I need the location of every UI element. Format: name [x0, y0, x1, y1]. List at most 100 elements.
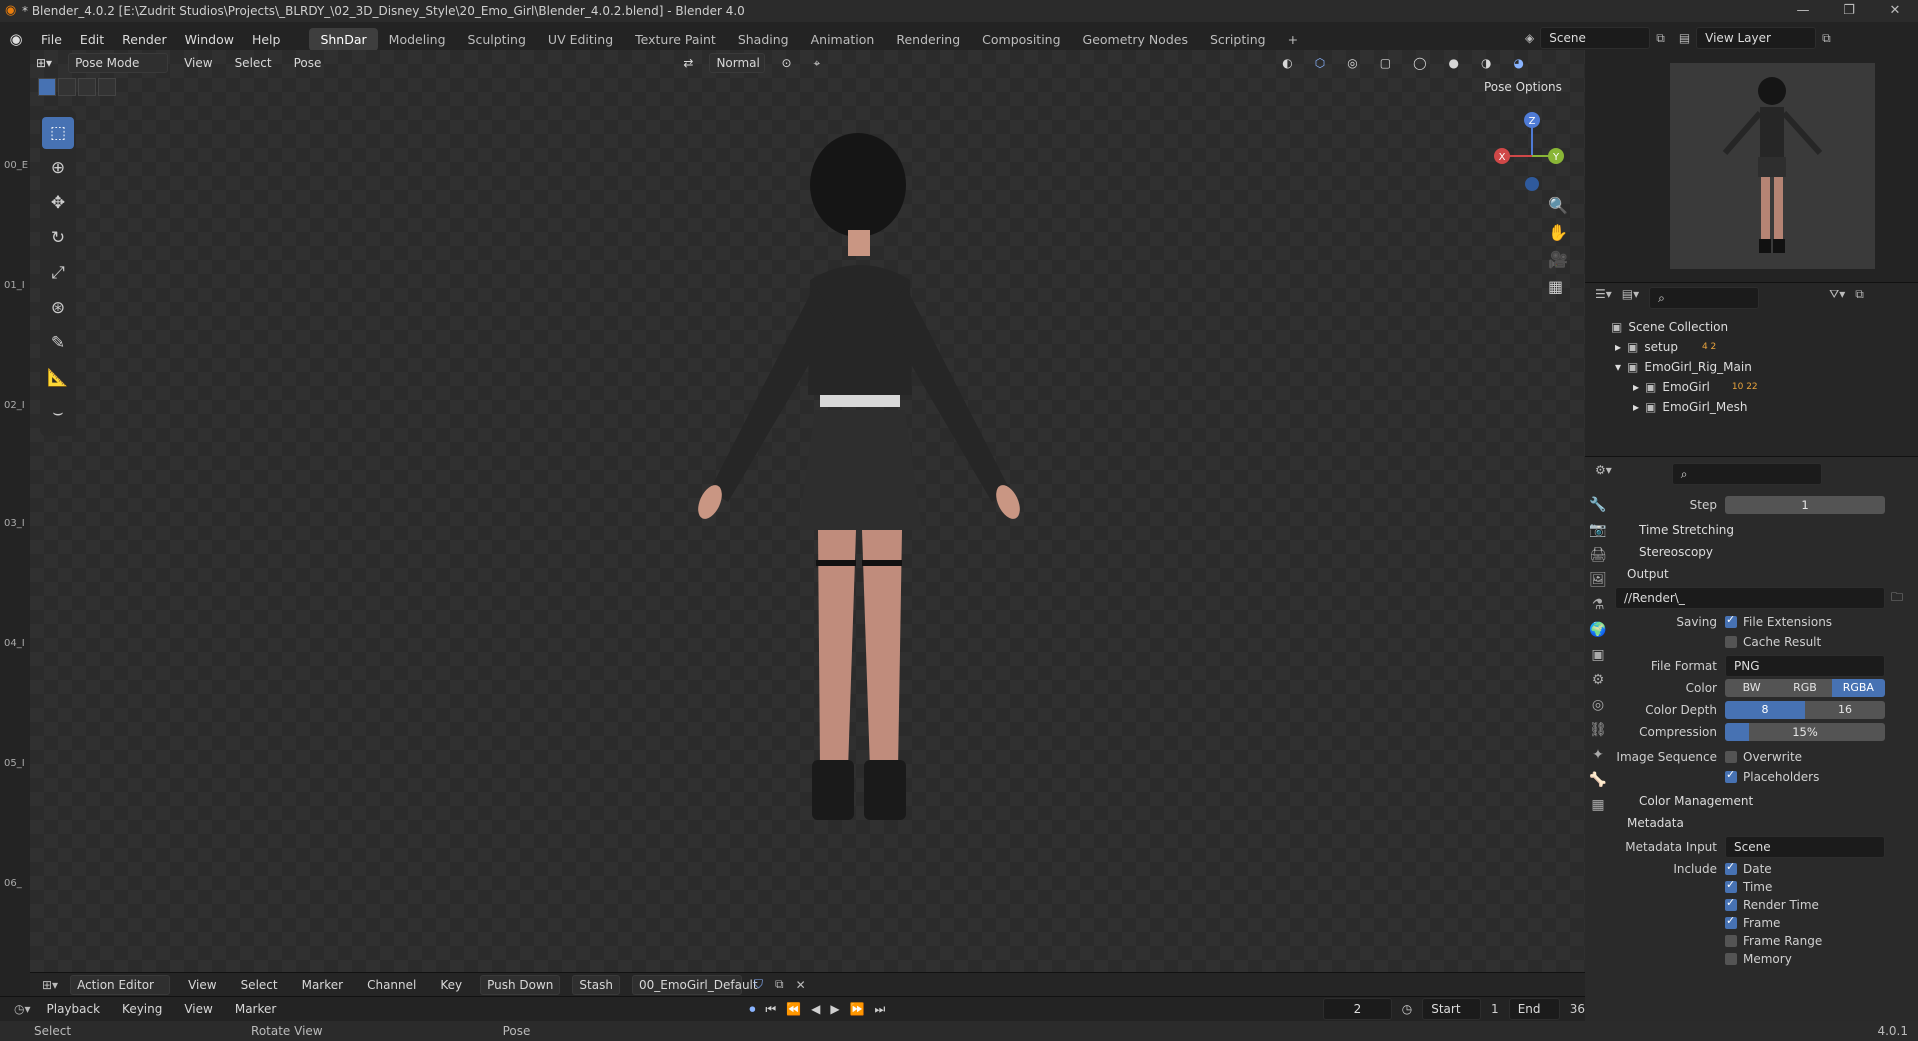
- new-scene-icon[interactable]: ⧉: [1656, 31, 1665, 46]
- character-model[interactable]: [650, 130, 1070, 930]
- placeholders-checkbox[interactable]: [1725, 768, 1737, 783]
- tab-compositing[interactable]: Compositing: [971, 28, 1071, 51]
- modifier-tab-icon[interactable]: ⚙: [1592, 672, 1605, 688]
- physics-tab-icon[interactable]: ◎: [1592, 697, 1604, 713]
- overlay-icon[interactable]: ◎: [1341, 54, 1363, 72]
- measure-tool-icon[interactable]: 📐: [42, 362, 74, 394]
- menu-help[interactable]: Help: [243, 32, 290, 47]
- list-item[interactable]: ▸ ▣ EmoGirl 10 22: [1585, 377, 1918, 397]
- properties-editor-icon[interactable]: ⚙▾: [1595, 463, 1612, 485]
- pose-options-dropdown[interactable]: Pose Options: [1484, 80, 1562, 94]
- menu-view[interactable]: View: [182, 976, 222, 994]
- bone-tab-icon[interactable]: 🦴: [1589, 772, 1606, 788]
- menu-channel[interactable]: Channel: [361, 976, 422, 994]
- editor-type-icon[interactable]: ⊞▾: [30, 54, 58, 72]
- menu-marker[interactable]: Marker: [296, 976, 349, 994]
- new-action-icon[interactable]: ⧉: [775, 977, 784, 992]
- properties-search-input[interactable]: ⌕: [1671, 463, 1822, 485]
- view-layer-icon[interactable]: ▤: [1679, 31, 1690, 45]
- jump-end-icon[interactable]: ⏭: [875, 1002, 886, 1017]
- next-key-icon[interactable]: ⏩: [850, 1002, 865, 1016]
- filter-icon[interactable]: ⛛▾: [1829, 287, 1845, 309]
- frame-checkbox[interactable]: [1725, 914, 1737, 929]
- stereoscopy-section[interactable]: Stereoscopy: [1615, 542, 1915, 562]
- push-down-button[interactable]: Push Down: [480, 974, 561, 995]
- scale-tool-icon[interactable]: ⤢: [42, 257, 74, 289]
- tab-modeling[interactable]: Modeling: [378, 28, 457, 51]
- track-label[interactable]: 04_I: [4, 638, 25, 649]
- output-tab-icon[interactable]: 🖨: [1589, 547, 1607, 563]
- camera-icon[interactable]: 🎥: [1548, 250, 1568, 269]
- fake-user-icon[interactable]: ⛉: [754, 977, 763, 992]
- unlink-action-icon[interactable]: ✕: [796, 978, 806, 992]
- xray-icon[interactable]: ▢: [1374, 54, 1397, 72]
- mode-dropdown[interactable]: Pose Mode: [68, 53, 169, 73]
- tool-tab-icon[interactable]: 🔧: [1589, 497, 1606, 513]
- render-time-checkbox[interactable]: [1725, 896, 1737, 911]
- bone-relax-tool-icon[interactable]: ⌣: [42, 397, 74, 429]
- memory-checkbox[interactable]: [1725, 953, 1737, 965]
- shading-solid-icon[interactable]: ●: [1443, 54, 1465, 72]
- orientation-dropdown[interactable]: Normal: [709, 53, 766, 73]
- outliner-search-input[interactable]: ⌕: [1649, 287, 1760, 309]
- menu-window[interactable]: Window: [176, 32, 243, 47]
- play-icon[interactable]: ▶: [830, 1002, 839, 1016]
- select-box-tool-icon[interactable]: ⬚: [42, 117, 74, 149]
- expand-icon[interactable]: ▸: [1633, 380, 1639, 394]
- editor-type-icon[interactable]: ⊞▾: [42, 978, 58, 992]
- prev-key-icon[interactable]: ⏪: [786, 1002, 801, 1016]
- cursor-tool-icon[interactable]: ⊕: [42, 152, 74, 184]
- tab-shndar[interactable]: ShnDar: [309, 27, 378, 51]
- rotate-tool-icon[interactable]: ↻: [42, 222, 74, 254]
- select-extend-icon[interactable]: [58, 78, 76, 96]
- new-collection-icon[interactable]: ⧉: [1855, 287, 1864, 309]
- color-rgb-option[interactable]: RGB: [1778, 679, 1832, 697]
- new-view-layer-icon[interactable]: ⧉: [1822, 31, 1831, 46]
- list-item[interactable]: ▸ ▣ EmoGirl_Mesh: [1585, 397, 1918, 417]
- list-item[interactable]: ▾ ▣ EmoGirl_Rig_Main: [1585, 357, 1918, 377]
- end-frame-field[interactable]: 36: [1570, 1002, 1585, 1016]
- clock-icon[interactable]: ◷: [1402, 1002, 1412, 1016]
- expand-icon[interactable]: ▸: [1615, 340, 1621, 354]
- view-layer-tab-icon[interactable]: 🖼: [1589, 572, 1607, 588]
- constraint-tab-icon[interactable]: ⛓: [1589, 722, 1607, 738]
- maximize-button[interactable]: ❐: [1826, 0, 1872, 22]
- tab-uv-editing[interactable]: UV Editing: [537, 28, 624, 51]
- texture-tab-icon[interactable]: ▦: [1591, 797, 1604, 813]
- expand-icon[interactable]: ▸: [1633, 400, 1639, 414]
- minimize-button[interactable]: —: [1780, 0, 1826, 22]
- start-frame-field[interactable]: 1: [1491, 1002, 1499, 1016]
- tab-texture-paint[interactable]: Texture Paint: [624, 28, 727, 51]
- overwrite-checkbox[interactable]: [1725, 751, 1737, 763]
- track-label[interactable]: 03_I: [4, 518, 25, 529]
- track-label[interactable]: 01_I: [4, 280, 25, 291]
- move-tool-icon[interactable]: ✥: [42, 187, 74, 219]
- list-item[interactable]: ▣ Scene Collection: [1585, 317, 1918, 337]
- folder-icon[interactable]: 🗀: [1891, 588, 1903, 609]
- hand-icon[interactable]: ✋: [1548, 223, 1568, 242]
- stash-button[interactable]: Stash: [572, 974, 620, 995]
- add-workspace-button[interactable]: +: [1277, 28, 1309, 51]
- tab-sculpting[interactable]: Sculpting: [457, 28, 537, 51]
- transform-tool-icon[interactable]: ⊛: [42, 292, 74, 324]
- file-extensions-checkbox[interactable]: [1725, 613, 1737, 628]
- depth-8-option[interactable]: 8: [1725, 701, 1805, 719]
- select-new-icon[interactable]: [38, 78, 56, 96]
- display-mode-icon[interactable]: ▤▾: [1622, 287, 1639, 309]
- orientation-icon[interactable]: ⇄: [677, 54, 699, 72]
- shading-wireframe-icon[interactable]: ◯: [1407, 54, 1432, 72]
- current-frame-field[interactable]: 2: [1323, 998, 1392, 1020]
- depth-16-option[interactable]: 16: [1805, 701, 1885, 719]
- action-editor-dropdown[interactable]: Action Editor: [70, 974, 171, 995]
- output-section[interactable]: Output: [1615, 564, 1915, 584]
- metadata-section[interactable]: Metadata: [1615, 813, 1915, 833]
- blender-menu-icon[interactable]: ◉: [0, 30, 32, 48]
- time-stretching-section[interactable]: Time Stretching: [1615, 520, 1915, 540]
- list-item[interactable]: ▸ ▣ setup 4 2: [1585, 337, 1918, 357]
- annotate-tool-icon[interactable]: ✎: [42, 327, 74, 359]
- timeline-editor-icon[interactable]: ◷▾: [14, 1002, 31, 1016]
- outliner-editor-icon[interactable]: ☰▾: [1595, 287, 1612, 309]
- color-management-section[interactable]: Color Management: [1615, 791, 1915, 811]
- menu-file[interactable]: File: [32, 32, 71, 47]
- menu-render[interactable]: Render: [113, 32, 176, 47]
